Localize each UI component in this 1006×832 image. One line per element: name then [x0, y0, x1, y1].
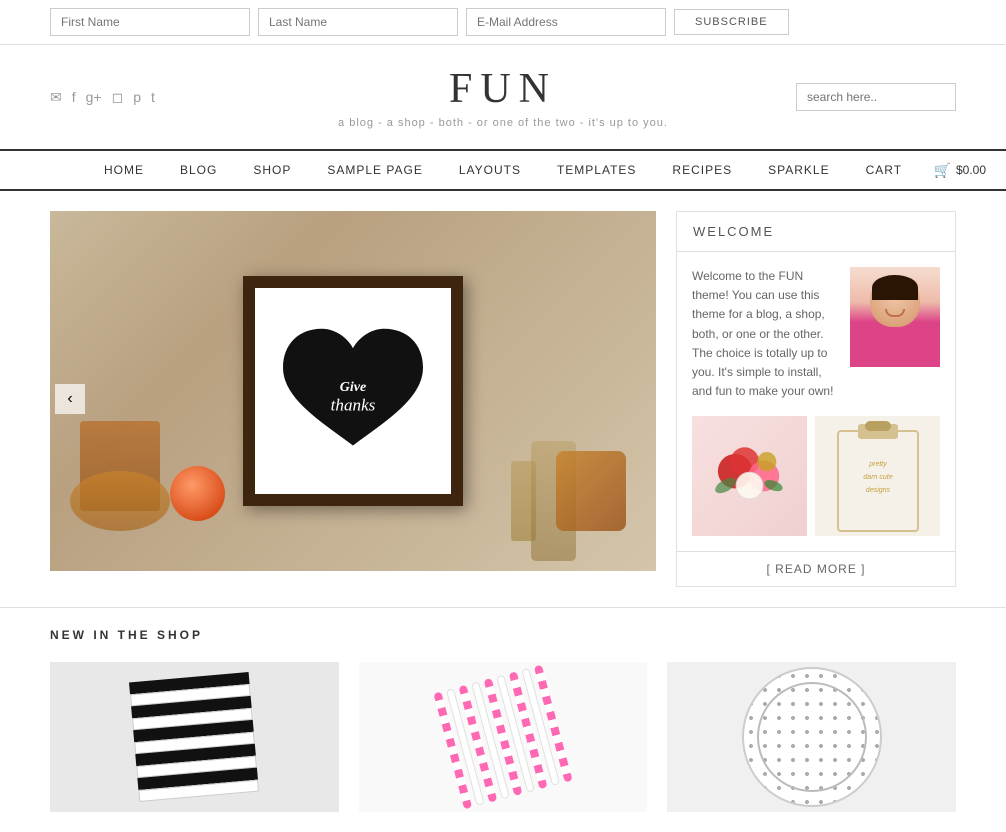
nav-layouts[interactable]: LAYOUTS — [441, 151, 539, 189]
nav-recipes[interactable]: RECIPES — [654, 151, 750, 189]
sign-inner: Give thanks — [255, 288, 451, 494]
email-icon[interactable]: ✉ — [50, 89, 62, 106]
nav-blog[interactable]: BLOG — [162, 151, 235, 189]
hero-slider: Give thanks ‹ — [50, 211, 656, 587]
social-links: ✉ f g+ ◻ p t — [50, 89, 155, 106]
cart-amount: $0.00 — [956, 163, 986, 177]
nav-links: HOME BLOG SHOP SAMPLE PAGE LAYOUTS TEMPL… — [86, 151, 920, 189]
site-tagline: a blog - a shop - both - or one of the t… — [338, 117, 668, 129]
welcome-sidebar: WELCOME Welcome to the FUN theme! You ca… — [676, 211, 956, 587]
svg-text:darn cute: darn cute — [863, 474, 892, 481]
slider-prev-button[interactable]: ‹ — [55, 384, 85, 414]
subscribe-bar: SUBSCRIBE — [0, 0, 1006, 45]
email-input[interactable] — [466, 8, 666, 36]
hero-section: Give thanks ‹ WELCOME Welcome to the FUN… — [0, 191, 1006, 607]
search-input[interactable] — [796, 83, 956, 111]
nav-templates[interactable]: TEMPLATES — [539, 151, 654, 189]
site-branding: FUN a blog - a shop - both - or one of t… — [338, 65, 668, 129]
welcome-title: WELCOME — [677, 212, 955, 252]
site-title: FUN — [338, 65, 668, 113]
clipboard-image: pretty darn cute designs — [815, 416, 940, 536]
search-area — [796, 83, 956, 111]
heart-svg: Give thanks — [273, 321, 433, 461]
shop-item-3[interactable] — [667, 662, 956, 812]
welcome-content: Welcome to the FUN theme! You can use th… — [677, 252, 955, 416]
plate — [742, 667, 882, 807]
shop-item-1[interactable] — [50, 662, 339, 812]
avatar — [850, 267, 940, 367]
facebook-icon[interactable]: f — [72, 89, 76, 105]
straws — [433, 665, 572, 810]
shop-grid — [50, 662, 956, 812]
nav-shop[interactable]: SHOP — [235, 151, 309, 189]
welcome-images: pretty darn cute designs — [677, 416, 955, 551]
cart-widget[interactable]: 🛒 $0.00 — [934, 162, 986, 179]
last-name-input[interactable] — [258, 8, 458, 36]
flowers-image — [692, 416, 807, 536]
twitter-icon[interactable]: t — [151, 89, 155, 105]
instagram-icon[interactable]: ◻ — [112, 89, 124, 106]
nav-home[interactable]: HOME — [86, 151, 162, 189]
new-in-shop-section: NEW IN THE SHOP — [0, 607, 1006, 832]
cart-icon: 🛒 — [934, 162, 951, 179]
read-more-link[interactable]: [ READ MORE ] — [677, 551, 955, 586]
svg-text:pretty: pretty — [868, 461, 887, 468]
site-header: ✉ f g+ ◻ p t FUN a blog - a shop - both … — [0, 45, 1006, 149]
shop-item-2[interactable] — [359, 662, 648, 812]
hero-bg: Give thanks — [50, 211, 656, 571]
svg-text:Give: Give — [340, 380, 366, 395]
pinterest-icon[interactable]: p — [133, 89, 141, 105]
shop-section-title: NEW IN THE SHOP — [50, 628, 956, 642]
svg-text:designs: designs — [865, 487, 890, 494]
nav-sample-page[interactable]: SAMPLE PAGE — [309, 151, 440, 189]
subscribe-button[interactable]: SUBSCRIBE — [674, 9, 789, 35]
welcome-text: Welcome to the FUN theme! You can use th… — [692, 267, 840, 401]
nav-cart[interactable]: CART — [848, 151, 920, 189]
hero-image: Give thanks — [50, 211, 656, 571]
main-nav: HOME BLOG SHOP SAMPLE PAGE LAYOUTS TEMPL… — [0, 149, 1006, 191]
sign-frame: Give thanks — [243, 276, 463, 506]
svg-text:thanks: thanks — [331, 395, 376, 414]
google-plus-icon[interactable]: g+ — [86, 89, 102, 105]
first-name-input[interactable] — [50, 8, 250, 36]
nav-sparkle[interactable]: SPARKLE — [750, 151, 847, 189]
